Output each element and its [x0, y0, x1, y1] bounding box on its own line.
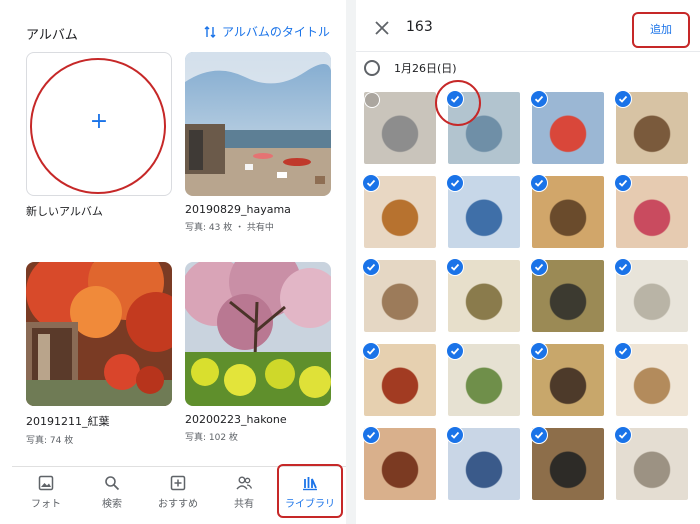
select-date-checkbox[interactable] [364, 60, 380, 76]
photo-thumbnail[interactable] [444, 172, 520, 248]
photo-thumbnail[interactable] [360, 256, 436, 332]
sort-by-title-label: アルバムのタイトル [222, 25, 330, 39]
sort-arrows-icon [204, 25, 216, 38]
checkmark-icon[interactable] [446, 426, 464, 444]
checkmark-icon[interactable] [362, 258, 380, 276]
checkmark-icon[interactable] [446, 342, 464, 360]
photo-picker-panel: 163 追加 1月26日(日) [356, 0, 700, 524]
checkmark-icon[interactable] [614, 426, 632, 444]
nav-sharing[interactable]: 共有 [214, 473, 274, 510]
nav-suggestions-label: おすすめ [158, 499, 198, 510]
panel-divider [346, 0, 356, 524]
checkmark-icon[interactable] [614, 174, 632, 192]
photo-thumbnail[interactable] [528, 424, 604, 500]
sort-by-title-button[interactable]: アルバムのタイトル [204, 23, 330, 40]
photo-thumbnail[interactable] [528, 340, 604, 416]
album-card[interactable]: 20200223_hakone 写真: 102 枚 [185, 262, 331, 443]
highlight-circle [435, 80, 481, 126]
highlight-box [277, 464, 343, 518]
album-name: 20200223_hakone [185, 413, 287, 426]
album-cover-autumn[interactable] [26, 262, 172, 406]
albums-title: アルバム [26, 28, 78, 43]
album-cover-blossoms[interactable] [185, 262, 331, 406]
photo-thumbnail[interactable] [444, 424, 520, 500]
date-label: 1月26日(日) [394, 62, 457, 75]
nav-photos[interactable]: フォト [16, 473, 76, 510]
album-cover-beach[interactable] [185, 52, 331, 196]
people-icon [236, 476, 252, 490]
new-album-label: 新しいアルバム [26, 205, 103, 218]
album-name: 20190829_hayama [185, 203, 291, 216]
photo-thumbnail[interactable] [612, 424, 688, 500]
checkmark-icon[interactable] [530, 258, 548, 276]
photo-thumbnail[interactable] [528, 172, 604, 248]
add-button[interactable]: 追加 [632, 12, 690, 48]
checkmark-icon[interactable] [446, 258, 464, 276]
album-meta: 写真: 102 枚 [185, 433, 238, 443]
albums-panel: アルバム アルバムのタイトル + 新しいアルバム 20190829_hayama… [0, 0, 346, 524]
album-card[interactable]: 20191211_紅葉 写真: 74 枚 [26, 262, 172, 446]
photo-thumbnail[interactable] [360, 172, 436, 248]
photo-thumbnail[interactable] [612, 172, 688, 248]
checkmark-icon[interactable] [530, 174, 548, 192]
nav-search-label: 検索 [102, 499, 122, 510]
photo-grid [360, 88, 696, 524]
picker-header: 163 追加 [356, 0, 700, 52]
search-icon [105, 476, 120, 491]
screen: アルバム アルバムのタイトル + 新しいアルバム 20190829_hayama… [0, 0, 700, 524]
photo-thumbnail[interactable] [444, 256, 520, 332]
checkmark-icon[interactable] [362, 426, 380, 444]
nav-search[interactable]: 検索 [82, 473, 142, 510]
checkmark-icon[interactable] [362, 342, 380, 360]
photo-thumbnail[interactable] [360, 88, 436, 164]
selected-count: 163 [406, 19, 433, 35]
checkmark-icon[interactable] [530, 90, 548, 108]
album-card[interactable]: 20190829_hayama 写真: 43 枚 ・ 共有中 [185, 52, 331, 233]
photo-thumbnail[interactable] [360, 340, 436, 416]
photo-thumbnail[interactable] [528, 256, 604, 332]
photo-thumbnail[interactable] [612, 256, 688, 332]
checkmark-icon[interactable] [614, 90, 632, 108]
close-icon[interactable] [374, 20, 390, 36]
photo-thumbnail[interactable] [360, 424, 436, 500]
photo-icon [38, 475, 54, 491]
photo-thumbnail[interactable] [612, 340, 688, 416]
date-header: 1月26日(日) [364, 60, 457, 76]
nav-photos-label: フォト [31, 499, 61, 510]
photo-thumbnail[interactable] [528, 88, 604, 164]
checkmark-icon[interactable] [530, 342, 548, 360]
album-name: 20191211_紅葉 [26, 415, 110, 428]
checkmark-icon[interactable] [530, 426, 548, 444]
highlight-circle [30, 58, 166, 194]
nav-sharing-label: 共有 [234, 499, 254, 510]
album-meta: 写真: 43 枚 ・ 共有中 [185, 223, 274, 233]
select-circle-icon[interactable] [364, 92, 380, 108]
nav-suggestions[interactable]: おすすめ [148, 473, 208, 510]
checkmark-icon[interactable] [446, 174, 464, 192]
photo-thumbnail[interactable] [444, 340, 520, 416]
checkmark-icon[interactable] [614, 258, 632, 276]
album-meta: 写真: 74 枚 [26, 436, 74, 446]
checkmark-icon[interactable] [614, 342, 632, 360]
photo-thumbnail[interactable] [612, 88, 688, 164]
plus-square-icon [170, 475, 186, 491]
checkmark-icon[interactable] [362, 174, 380, 192]
